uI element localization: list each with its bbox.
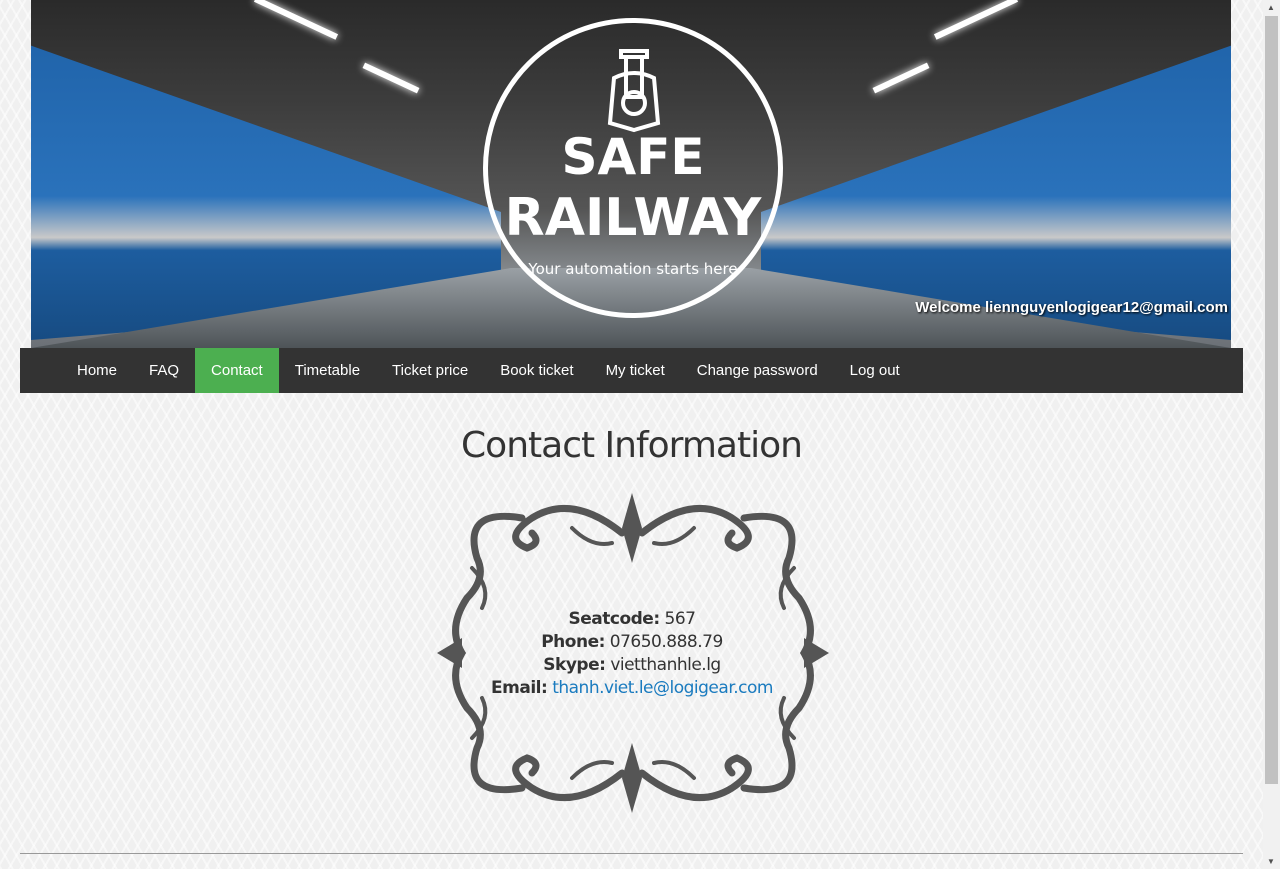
nav-contact[interactable]: Contact	[195, 348, 279, 393]
nav-faq[interactable]: FAQ	[133, 348, 195, 393]
locomotive-icon	[607, 49, 661, 133]
nav-change-password[interactable]: Change password	[681, 348, 834, 393]
nav-home[interactable]: Home	[61, 348, 133, 393]
nav-book-ticket[interactable]: Book ticket	[484, 348, 589, 393]
header-banner: SAFE RAILWAY Your automation starts here…	[31, 0, 1231, 348]
contact-info: Seatcode: 567 Phone: 07650.888.79 Skype:…	[432, 608, 832, 700]
seatcode-label: Seatcode:	[568, 609, 661, 629]
safe-railway-logo[interactable]: SAFE RAILWAY Your automation starts here	[483, 18, 783, 318]
skype-value: vietthanhle.lg	[610, 655, 721, 675]
seatcode-row: Seatcode: 567	[432, 608, 832, 631]
skype-label: Skype:	[543, 655, 606, 675]
welcome-message: Welcome liennguyenlogigear12@gmail.com	[915, 299, 1228, 316]
vertical-scrollbar[interactable]: ▲ ▼	[1263, 0, 1280, 869]
logo-line2: RAILWAY	[504, 188, 762, 248]
skype-row: Skype: vietthanhle.lg	[432, 654, 832, 677]
footer-divider	[20, 853, 1243, 854]
email-row: Email: thanh.viet.le@logigear.com	[432, 677, 832, 700]
scroll-down-icon[interactable]: ▼	[1267, 857, 1275, 866]
page-title: Contact Information	[461, 425, 803, 466]
phone-row: Phone: 07650.888.79	[432, 631, 832, 654]
scroll-up-icon[interactable]: ▲	[1267, 3, 1275, 12]
email-link[interactable]: thanh.viet.le@logigear.com	[552, 678, 773, 698]
scrollbar-thumb[interactable]	[1265, 16, 1278, 784]
nav-log-out[interactable]: Log out	[834, 348, 916, 393]
logo-tagline: Your automation starts here	[528, 260, 738, 278]
phone-value: 07650.888.79	[609, 632, 723, 652]
nav-ticket-price[interactable]: Ticket price	[376, 348, 484, 393]
seatcode-value: 567	[664, 609, 696, 629]
nav-timetable[interactable]: Timetable	[279, 348, 376, 393]
nav-my-ticket[interactable]: My ticket	[590, 348, 681, 393]
email-label: Email:	[491, 678, 548, 698]
main-nav: Home FAQ Contact Timetable Ticket price …	[20, 348, 1243, 393]
phone-label: Phone:	[541, 632, 605, 652]
logo-line1: SAFE	[561, 128, 705, 186]
